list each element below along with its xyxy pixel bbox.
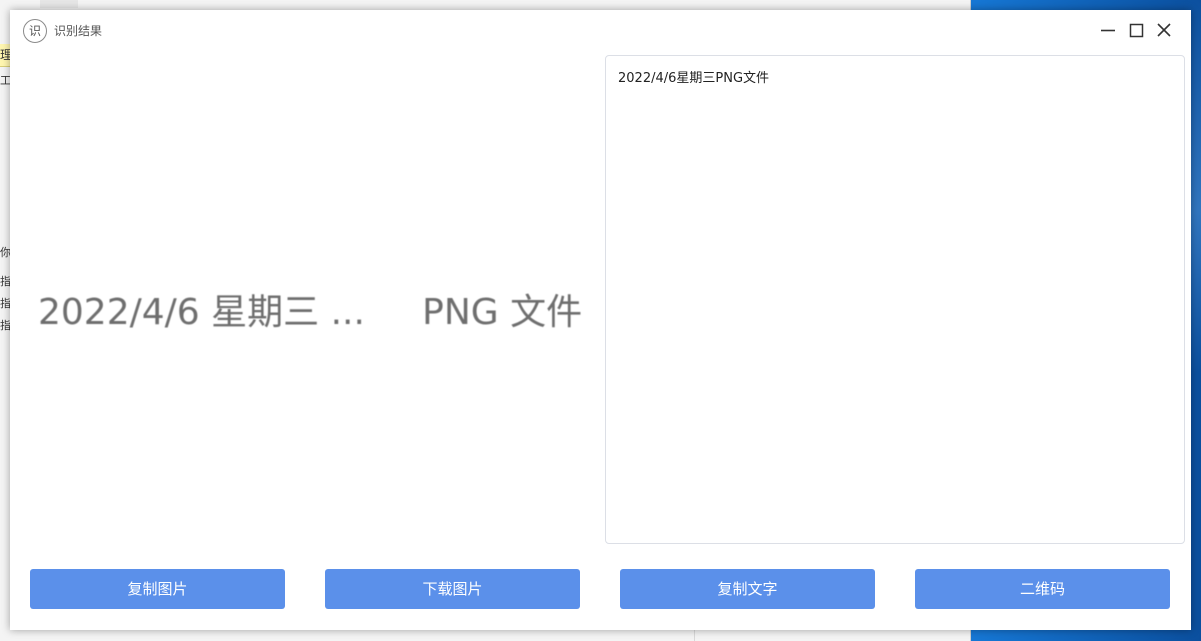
maximize-button[interactable] [1124,18,1148,42]
background-app-text: 指 [0,297,10,310]
recognized-text: 2022/4/6星期三PNG文件 [618,71,770,86]
background-app-notice: 理 [0,44,10,67]
minimize-icon [1101,29,1115,32]
download-image-button[interactable]: 下载图片 [325,569,580,609]
background-app-text: 指 [0,319,10,332]
background-app-tab [40,0,78,8]
close-button[interactable] [1152,18,1176,42]
close-icon [1157,23,1171,37]
background-app-text: 工 [0,74,10,87]
background-app-text: 你 [0,246,10,259]
copy-image-button[interactable]: 复制图片 [30,569,285,609]
ocr-result-dialog: 识 识别结果 2022/4/6 星期三 ... PNG 文件 2022/4/6星… [10,10,1191,630]
minimize-button[interactable] [1096,18,1120,42]
background-app-text: 指 [0,275,10,288]
background-app-divider [694,630,695,641]
preview-image-text: 2022/4/6 星期三 ... PNG 文件 [38,292,583,333]
window-title: 识别结果 [54,24,103,38]
copy-text-button[interactable]: 复制文字 [620,569,875,609]
maximize-icon [1129,23,1144,38]
recognized-text-area[interactable]: 2022/4/6星期三PNG文件 [605,55,1185,544]
image-preview: 2022/4/6 星期三 ... PNG 文件 [10,55,600,555]
title-bar[interactable]: 识 识别结果 [10,10,1191,50]
app-logo-icon: 识 [23,19,47,43]
qrcode-button[interactable]: 二维码 [915,569,1170,609]
